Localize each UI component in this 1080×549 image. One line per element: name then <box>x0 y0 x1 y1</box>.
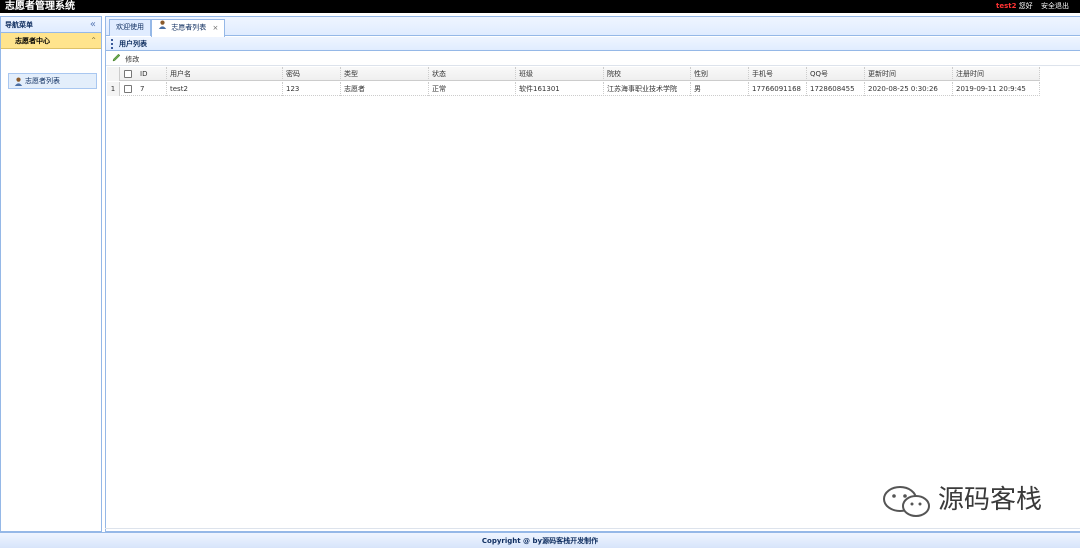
sidebar-item-label: 志愿者列表 <box>25 77 60 85</box>
edit-button[interactable]: 修改 <box>112 53 139 65</box>
tab-volunteer-list[interactable]: 志愿者列表 × <box>151 19 226 37</box>
user-icon <box>158 20 167 35</box>
grid-toolbar: 修改 <box>106 52 1080 66</box>
footer: Copyright @ by源码客栈开发制作 <box>0 532 1080 548</box>
close-icon[interactable]: × <box>212 24 218 32</box>
column-header[interactable]: QQ号 <box>807 67 865 81</box>
column-header[interactable]: 班级 <box>516 67 604 81</box>
panel-header: 用户列表 <box>106 37 1080 51</box>
wechat-icon <box>880 486 932 520</box>
table-cell: 2020-08-25 0:30:26 <box>865 82 953 96</box>
column-header[interactable]: 用户名 <box>167 67 283 81</box>
table-header-row: ID 用户名 密码 类型 状态 班级 院校 性别 手机号 QQ号 更新时间 注册… <box>107 67 1040 81</box>
chevron-up-icon[interactable]: ⌃ <box>90 33 97 49</box>
rownum-header <box>107 67 120 81</box>
edit-button-label: 修改 <box>125 55 140 64</box>
logout-link[interactable]: 安全退出 <box>1041 2 1069 10</box>
panel-title: 用户列表 <box>119 40 147 48</box>
table-cell: 2019-09-11 20:9:45 <box>953 82 1040 96</box>
row-checkbox[interactable] <box>124 85 132 93</box>
user-icon <box>14 77 23 88</box>
tab-welcome[interactable]: 欢迎使用 <box>109 19 151 36</box>
table-cell: test2 <box>167 82 283 96</box>
main-content: 欢迎使用 志愿者列表 × 用户列表 修改 ID 用户名 密码 类型 状态 班级 … <box>105 16 1080 532</box>
table-cell: 男 <box>691 82 749 96</box>
column-header[interactable]: 类型 <box>341 67 429 81</box>
top-bar: 志愿者管理系统 test2 您好 安全退出 <box>0 0 1080 13</box>
table-cell: 江苏海事职业技术学院 <box>604 82 691 96</box>
table-cell: 志愿者 <box>341 82 429 96</box>
column-header[interactable]: 密码 <box>283 67 341 81</box>
grip-icon <box>111 39 113 49</box>
user-area: test2 您好 安全退出 <box>996 0 1069 13</box>
select-all-checkbox[interactable] <box>124 70 132 78</box>
column-header[interactable]: 注册时间 <box>953 67 1040 81</box>
tab-label: 志愿者列表 <box>171 23 207 32</box>
table-cell: 7 <box>137 82 167 96</box>
table-cell: 17766091168 <box>749 82 807 96</box>
accordion-section-volunteer-center[interactable]: 志愿者中心 ⌃ <box>1 33 101 49</box>
column-header[interactable]: 状态 <box>429 67 516 81</box>
column-header[interactable]: ID <box>137 67 167 81</box>
watermark-text: 源码客栈 <box>938 485 1043 515</box>
table-cell: 123 <box>283 82 341 96</box>
tab-label: 欢迎使用 <box>116 23 144 31</box>
sidebar-item-volunteer-list[interactable]: 志愿者列表 <box>8 73 97 89</box>
sidebar: 导航菜单 « 志愿者中心 ⌃ 志愿者列表 <box>0 16 102 532</box>
table-cell: 1728608455 <box>807 82 865 96</box>
pencil-icon <box>112 53 121 66</box>
column-header[interactable]: 更新时间 <box>865 67 953 81</box>
table-cell: 软件161301 <box>516 82 604 96</box>
column-header[interactable]: 手机号 <box>749 67 807 81</box>
greeting-text: 您好 <box>1018 2 1033 10</box>
table-cell: 正常 <box>429 82 516 96</box>
sidebar-title: 导航菜单 <box>5 21 33 29</box>
tab-bar: 欢迎使用 志愿者列表 × <box>106 17 1080 37</box>
accordion-section-title: 志愿者中心 <box>15 37 50 45</box>
column-header[interactable]: 性别 <box>691 67 749 81</box>
sidebar-header: 导航菜单 « <box>1 17 101 33</box>
current-user-name: test2 <box>996 2 1017 10</box>
copyright-text: Copyright @ by源码客栈开发制作 <box>481 537 599 545</box>
column-header[interactable]: 院校 <box>604 67 691 81</box>
row-number: 1 <box>107 82 120 96</box>
table-row[interactable]: 1 7 test2 123 志愿者 正常 软件161301 江苏海事职业技术学院… <box>107 82 1040 96</box>
app-title: 志愿者管理系统 <box>5 1 75 12</box>
collapse-left-icon[interactable]: « <box>90 18 96 31</box>
